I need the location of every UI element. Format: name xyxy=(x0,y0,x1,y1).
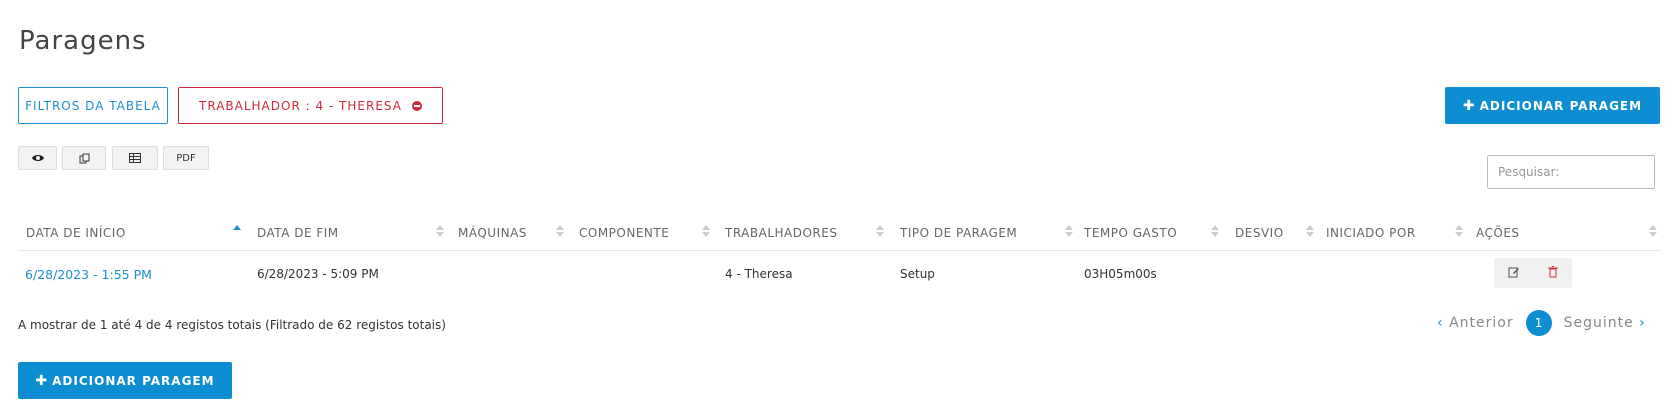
time-spent-cell: 03H05m00s xyxy=(1084,267,1157,281)
worker-filter-tag[interactable]: TRABALHADOR : 4 - THERESA xyxy=(178,87,443,124)
add-stop-label-bottom: ADICIONAR PARAGEM xyxy=(52,373,215,388)
remove-filter-icon[interactable] xyxy=(411,100,422,111)
plus-icon: ✚ xyxy=(35,372,49,389)
column-header-time-spent[interactable]: TEMPO GASTO xyxy=(1084,216,1177,250)
copy-button[interactable] xyxy=(62,146,106,170)
table-row: 6/28/2023 - 1:55 PM 6/28/2023 - 5:09 PM … xyxy=(18,252,1661,296)
column-label: DATA DE INÍCIO xyxy=(26,226,126,240)
column-header-start-date[interactable]: DATA DE INÍCIO xyxy=(26,216,126,250)
column-label: TRABALHADORES xyxy=(725,226,838,240)
column-header-deviation[interactable]: DESVIO xyxy=(1235,216,1284,250)
column-label: DATA DE FIM xyxy=(257,226,339,240)
chevron-right-icon: › xyxy=(1639,315,1646,331)
previous-label: Anterior xyxy=(1449,315,1514,331)
column-header-actions: AÇÕES xyxy=(1476,216,1520,250)
column-label: TIPO DE PARAGEM xyxy=(900,226,1018,240)
column-header-workers[interactable]: TRABALHADORES xyxy=(725,216,837,250)
sort-icon[interactable] xyxy=(876,225,884,239)
column-label: MÁQUINAS xyxy=(458,226,527,240)
worker-filter-label: TRABALHADOR : 4 - THERESA xyxy=(199,98,402,113)
add-stop-label-top: ADICIONAR PARAGEM xyxy=(1479,98,1643,113)
workers-cell: 4 - Theresa xyxy=(725,267,793,281)
sort-icon[interactable] xyxy=(702,225,710,239)
previous-page-button[interactable]: ‹ Anterior xyxy=(1437,315,1514,331)
column-header-component[interactable]: COMPONENTE xyxy=(579,216,669,250)
pdf-export-button[interactable]: PDF xyxy=(163,146,209,170)
eye-icon xyxy=(31,155,44,161)
copy-icon xyxy=(79,153,89,163)
row-actions xyxy=(1494,258,1572,288)
column-header-started-by[interactable]: INICIADO POR xyxy=(1326,216,1416,250)
column-header-stop-type[interactable]: TIPO DE PARAGEM xyxy=(900,216,1017,250)
next-page-button[interactable]: Seguinte › xyxy=(1564,315,1646,331)
start-date-link[interactable]: 6/28/2023 - 1:55 PM xyxy=(25,252,152,296)
edit-icon[interactable] xyxy=(1508,266,1520,281)
column-label: TEMPO GASTO xyxy=(1084,226,1178,240)
sort-icon[interactable] xyxy=(1306,225,1314,239)
end-date-cell: 6/28/2023 - 5:09 PM xyxy=(257,267,379,281)
sort-icon[interactable] xyxy=(1065,225,1073,239)
page-title: Paragens xyxy=(19,26,147,56)
table-header: DATA DE INÍCIO DATA DE FIM MÁQUINAS COMP… xyxy=(18,216,1661,251)
column-label: DESVIO xyxy=(1235,226,1284,240)
sort-icon[interactable] xyxy=(556,225,564,239)
table-info: A mostrar de 1 até 4 de 4 registos totai… xyxy=(18,318,446,332)
excel-export-button[interactable] xyxy=(112,146,158,170)
column-label: COMPONENTE xyxy=(579,226,670,240)
column-label: AÇÕES xyxy=(1476,226,1520,240)
page-1-button[interactable]: 1 xyxy=(1525,310,1552,336)
column-header-machines[interactable]: MÁQUINAS xyxy=(458,216,527,250)
sort-icon[interactable] xyxy=(436,225,444,239)
sort-icon[interactable] xyxy=(1455,225,1463,239)
table-filters-button[interactable]: FILTROS DA TABELA xyxy=(18,87,168,124)
table-icon xyxy=(129,153,141,163)
column-header-end-date[interactable]: DATA DE FIM xyxy=(257,216,339,250)
plus-icon: ✚ xyxy=(1462,97,1476,114)
add-stop-button-bottom[interactable]: ✚ ADICIONAR PARAGEM xyxy=(18,362,232,399)
sort-icon[interactable] xyxy=(1211,225,1219,239)
search-input[interactable] xyxy=(1487,155,1655,189)
column-label: INICIADO POR xyxy=(1326,226,1416,240)
column-visibility-button[interactable] xyxy=(18,146,57,170)
chevron-left-icon: ‹ xyxy=(1437,315,1444,331)
sort-icon[interactable] xyxy=(1649,225,1657,239)
stop-type-cell: Setup xyxy=(900,267,935,281)
sort-asc-icon[interactable] xyxy=(233,225,241,239)
table-filters-label: FILTROS DA TABELA xyxy=(25,98,161,113)
add-stop-button-top[interactable]: ✚ ADICIONAR PARAGEM xyxy=(1445,87,1660,124)
pdf-label: PDF xyxy=(176,152,196,164)
pagination: ‹ Anterior 1 Seguinte › xyxy=(1437,310,1646,336)
trash-icon[interactable] xyxy=(1548,265,1558,281)
next-label: Seguinte xyxy=(1563,315,1634,331)
